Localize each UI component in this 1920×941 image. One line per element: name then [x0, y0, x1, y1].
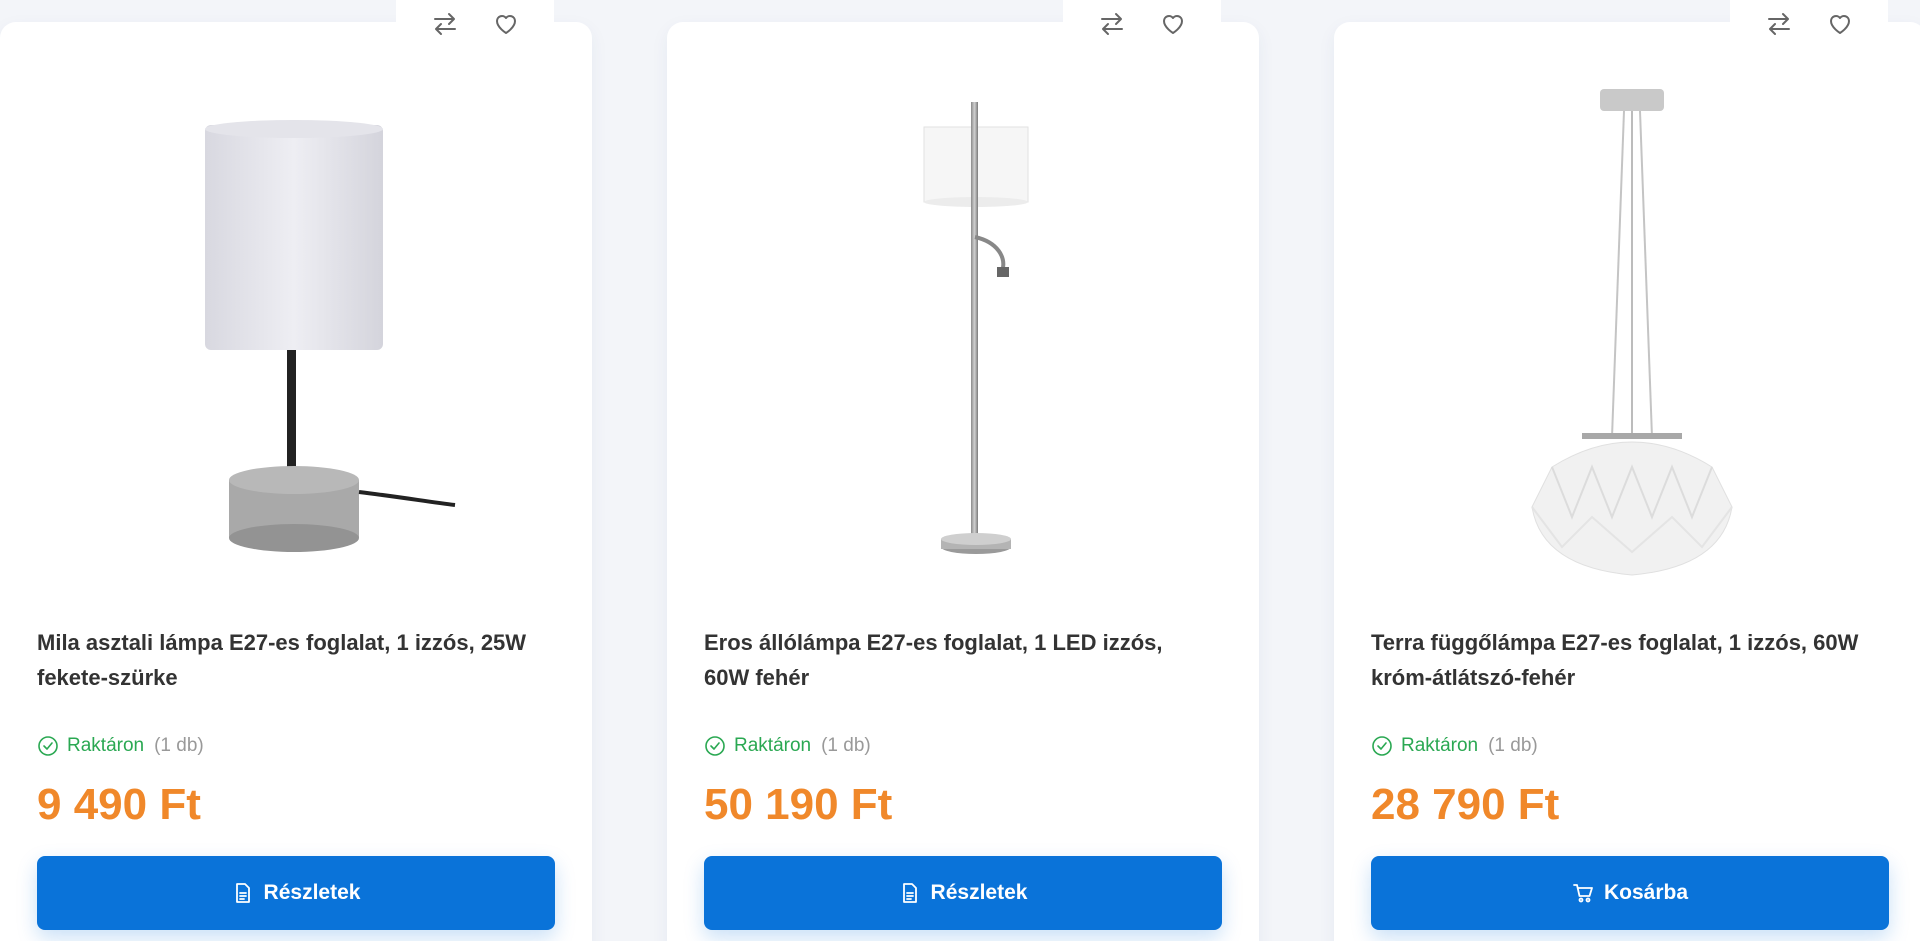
product-card: Eros állólámpa E27-es foglalat, 1 LED iz… [667, 0, 1259, 941]
product-price: 50 190 Ft [704, 780, 893, 829]
product-price: 28 790 Ft [1371, 780, 1560, 829]
add-to-cart-label: Kosárba [1603, 881, 1689, 904]
stock-label: Raktáron [734, 735, 812, 756]
product-title[interactable]: Eros állólámpa E27-es foglalat, 1 LED iz… [704, 625, 1204, 695]
details-button[interactable]: Részletek [704, 856, 1222, 930]
product-image[interactable] [1334, 77, 1920, 597]
stock-status: Raktáron (1 db) [1371, 735, 1538, 757]
heart-icon[interactable] [1155, 6, 1191, 42]
check-circle-icon [705, 736, 725, 756]
stock-label: Raktáron [1401, 735, 1479, 756]
add-to-cart-button[interactable]: Kosárba [1371, 856, 1889, 930]
product-title[interactable]: Mila asztali lámpa E27-es foglalat, 1 iz… [37, 625, 537, 695]
product-card: Mila asztali lámpa E27-es foglalat, 1 iz… [0, 0, 592, 941]
details-button-label: Részletek [263, 881, 361, 904]
heart-icon[interactable] [1822, 6, 1858, 42]
stock-label: Raktáron [67, 735, 145, 756]
document-icon [235, 883, 250, 903]
stock-quantity: (1 db) [154, 735, 204, 756]
card-actions [1063, 0, 1221, 48]
compare-arrows-icon[interactable] [1761, 6, 1797, 42]
stock-quantity: (1 db) [1488, 735, 1538, 756]
card-actions [396, 0, 554, 48]
product-card: Terra függőlámpa E27-es foglalat, 1 izzó… [1334, 0, 1920, 941]
compare-arrows-icon[interactable] [427, 6, 463, 42]
card-actions [1730, 0, 1888, 48]
compare-arrows-icon[interactable] [1094, 6, 1130, 42]
document-icon [902, 883, 917, 903]
details-button-label: Részletek [930, 881, 1028, 904]
cart-icon [1573, 884, 1593, 903]
product-price: 9 490 Ft [37, 780, 201, 829]
stock-status: Raktáron (1 db) [704, 735, 871, 757]
check-circle-icon [38, 736, 58, 756]
check-circle-icon [1372, 736, 1392, 756]
product-image[interactable] [0, 77, 592, 597]
stock-status: Raktáron (1 db) [37, 735, 204, 757]
product-title[interactable]: Terra függőlámpa E27-es foglalat, 1 izzó… [1371, 625, 1871, 695]
stock-quantity: (1 db) [821, 735, 871, 756]
product-image[interactable] [667, 77, 1259, 597]
details-button[interactable]: Részletek [37, 856, 555, 930]
heart-icon[interactable] [488, 6, 524, 42]
